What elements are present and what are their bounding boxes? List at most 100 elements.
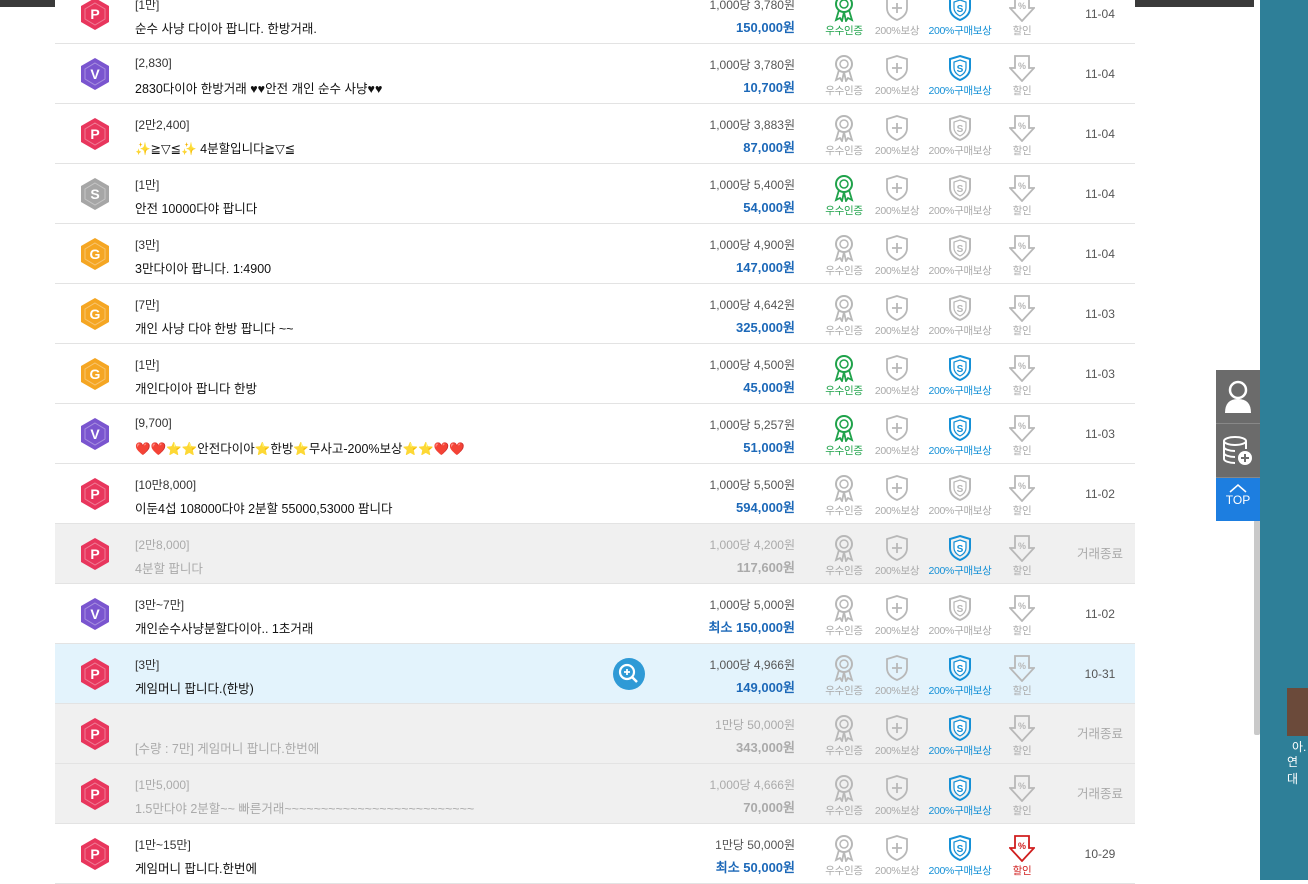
table-row[interactable]: V [2,830] 2830다이아 한방거래 ♥♥안전 개인 순수 사냥♥♥ 1,00… xyxy=(55,44,1135,104)
table-row[interactable]: P [10만8,000] 이둔4섭 108000다야 2분할 55000,53000… xyxy=(55,464,1135,524)
table-row[interactable]: G [3만] 3만다이아 팝니다. 1:4900 1,000당 4,900원 147,0… xyxy=(55,224,1135,284)
table-row[interactable]: G [1만] 개인다이아 팝니다 한방 1,000당 4,500원 45,000원 우수인… xyxy=(55,344,1135,404)
table-row[interactable]: P [2만2,400] ✨≧▽≦✨ 4분할입니다≧▽≦ 1,000당 3,883원 87… xyxy=(55,104,1135,164)
row-quantity[interactable]: [7만] xyxy=(135,296,159,313)
svg-text:%: % xyxy=(1018,661,1026,671)
seller-grade-badge-P: P xyxy=(80,537,110,571)
seller-grade-badge-P: P xyxy=(80,837,110,871)
purchase-reward-mark: S 200%구매보상 xyxy=(928,534,992,578)
purchase-reward-mark: S 200%구매보상 xyxy=(928,54,992,98)
table-row[interactable]: P [3만] 게임머니 팝니다.(한방) 1,000당 4,966원 149,000원 우… xyxy=(55,644,1135,704)
purchase-reward-mark: S 200%구매보상 xyxy=(928,774,992,818)
row-date: 11-03 xyxy=(1085,307,1115,321)
shield-plus-icon xyxy=(865,534,929,562)
user-icon xyxy=(1225,380,1251,413)
row-quantity[interactable]: [3만] xyxy=(135,656,159,673)
row-title[interactable]: 순수 사냥 다이아 팝니다. 한방거래. xyxy=(135,18,317,37)
reward-mark: 200%보상 xyxy=(865,654,929,698)
seller-grade-badge-S: S xyxy=(80,177,110,211)
shield-s-icon: S xyxy=(928,354,992,382)
row-title[interactable]: [수량 : 7만] 게임머니 팝니다.한번에 xyxy=(135,738,319,757)
row-title[interactable]: 이둔4섭 108000다야 2분할 55000,53000 팜니다 xyxy=(135,498,393,517)
coin-add-button[interactable] xyxy=(1216,424,1260,478)
shield-plus-icon xyxy=(865,0,929,22)
row-title[interactable]: 개인다이아 팝니다 한방 xyxy=(135,378,257,397)
row-quantity[interactable]: [3만] xyxy=(135,236,159,253)
discount-mark: % 할인 xyxy=(990,594,1054,638)
discount-label: 할인 xyxy=(1012,565,1032,577)
row-title[interactable]: 4분할 팝니다 xyxy=(135,558,203,577)
row-quantity[interactable]: [1만5,000] xyxy=(135,776,189,793)
row-title[interactable]: 1.5만다야 2분할~~ 빠른거래~~~~~~~~~~~~~~~~~~~~~~~… xyxy=(135,798,474,817)
svg-text:%: % xyxy=(1018,421,1026,431)
discount-label: 할인 xyxy=(1012,445,1032,457)
svg-text:S: S xyxy=(957,364,964,375)
purchase-reward-label: 200%구매보상 xyxy=(928,385,992,397)
svg-text:S: S xyxy=(957,544,964,555)
reward-mark: 200%보상 xyxy=(865,714,929,758)
purchase-reward-label: 200%구매보상 xyxy=(928,565,992,577)
svg-text:S: S xyxy=(957,664,964,675)
row-title[interactable]: ❤️❤️⭐⭐안전다이아⭐한방⭐무사고-200%보상⭐⭐❤️❤️ xyxy=(135,438,465,457)
table-row[interactable]: P [2만8,000] 4분할 팝니다 1,000당 4,200원 117,600원 우수… xyxy=(55,524,1135,584)
row-quantity[interactable]: [10만8,000] xyxy=(135,476,196,493)
discount-arrow-icon: % xyxy=(990,294,1054,322)
row-quantity[interactable]: [2만2,400] xyxy=(135,116,189,133)
discount-label: 할인 xyxy=(1012,865,1032,877)
row-title[interactable]: 3만다이아 팝니다. 1:4900 xyxy=(135,258,271,277)
discount-mark: % 할인 xyxy=(990,234,1054,278)
scroll-top-button[interactable]: TOP xyxy=(1216,478,1260,521)
purchase-reward-label: 200%구매보상 xyxy=(928,685,992,697)
discount-mark: % 할인 xyxy=(990,354,1054,398)
shield-s-icon: S xyxy=(928,714,992,742)
table-row[interactable]: P [1만~15만] 게임머니 팝니다.한번에 1만당 50,000원 최소 50,00… xyxy=(55,824,1135,884)
svg-text:S: S xyxy=(90,186,99,202)
price: 54,000원 xyxy=(743,200,795,215)
row-quantity[interactable]: [1만] xyxy=(135,0,159,13)
purchase-reward-mark: S 200%구매보상 xyxy=(928,354,992,398)
shield-plus-icon xyxy=(865,174,929,202)
reward-label: 200%보상 xyxy=(874,25,920,37)
svg-text:S: S xyxy=(957,184,964,195)
row-title[interactable]: 게임머니 팝니다.(한방) xyxy=(135,678,254,697)
shield-plus-icon xyxy=(865,294,929,322)
svg-text:%: % xyxy=(1018,121,1026,131)
row-title[interactable]: 2830다이아 한방거래 ♥♥안전 개인 순수 사냥♥♥ xyxy=(135,78,382,97)
row-title[interactable]: 안전 10000다야 팝니다 xyxy=(135,198,257,217)
row-quantity[interactable]: [1만~15만] xyxy=(135,836,191,853)
discount-label: 할인 xyxy=(1012,25,1032,37)
row-title[interactable]: 개인 사냥 다야 한방 팝니다 ~~ xyxy=(135,318,293,337)
row-title[interactable]: ✨≧▽≦✨ 4분할입니다≧▽≦ xyxy=(135,138,295,157)
zoom-preview-button[interactable] xyxy=(613,658,645,690)
purchase-reward-label: 200%구매보상 xyxy=(928,145,992,157)
row-quantity[interactable]: [9,700] xyxy=(135,416,172,430)
row-quantity[interactable]: [1만] xyxy=(135,176,159,193)
reward-mark: 200%보상 xyxy=(865,114,929,158)
row-quantity[interactable]: [2만8,000] xyxy=(135,536,189,553)
shield-s-icon: S xyxy=(928,0,992,22)
table-row[interactable]: V [3만~7만] 개인순수사냥분할다이아.. 1초거래 1,000당 5,000원 최… xyxy=(55,584,1135,644)
row-quantity[interactable]: [3만~7만] xyxy=(135,596,184,613)
discount-label: 할인 xyxy=(1012,385,1032,397)
reward-label: 200%보상 xyxy=(874,445,920,457)
svg-text:%: % xyxy=(1018,601,1026,611)
row-title[interactable]: 개인순수사냥분할다이아.. 1초거래 xyxy=(135,618,313,637)
price: 117,600원 xyxy=(736,560,795,575)
row-quantity[interactable]: [2,830] xyxy=(135,56,172,70)
price: 70,000원 xyxy=(743,800,795,815)
table-row[interactable]: S [1만] 안전 10000다야 팝니다 1,000당 5,400원 54,000원 우… xyxy=(55,164,1135,224)
table-row[interactable]: V [9,700] ❤️❤️⭐⭐안전다이아⭐한방⭐무사고-200%보상⭐⭐❤️❤️ 1… xyxy=(55,404,1135,464)
svg-text:S: S xyxy=(957,604,964,615)
shield-plus-icon xyxy=(865,114,929,142)
table-row[interactable]: P [수량 : 7만] 게임머니 팝니다.한번에 1만당 50,000원 343,00… xyxy=(55,704,1135,764)
row-quantity[interactable]: [1만] xyxy=(135,356,159,373)
table-row[interactable]: G [7만] 개인 사냥 다야 한방 팝니다 ~~ 1,000당 4,642원 325,… xyxy=(55,284,1135,344)
row-title[interactable]: 게임머니 팝니다.한번에 xyxy=(135,858,257,877)
table-row[interactable]: P [1만] 순수 사냥 다이아 팝니다. 한방거래. 1,000당 3,780원 15… xyxy=(55,0,1135,44)
shield-s-icon: S xyxy=(928,834,992,862)
shield-plus-icon xyxy=(865,234,929,262)
my-account-button[interactable] xyxy=(1216,370,1260,424)
reward-label: 200%보상 xyxy=(874,385,920,397)
table-row[interactable]: P [1만5,000] 1.5만다야 2분할~~ 빠른거래~~~~~~~~~~~~~… xyxy=(55,764,1135,824)
desktop-shortcut-icon[interactable] xyxy=(1287,688,1308,736)
